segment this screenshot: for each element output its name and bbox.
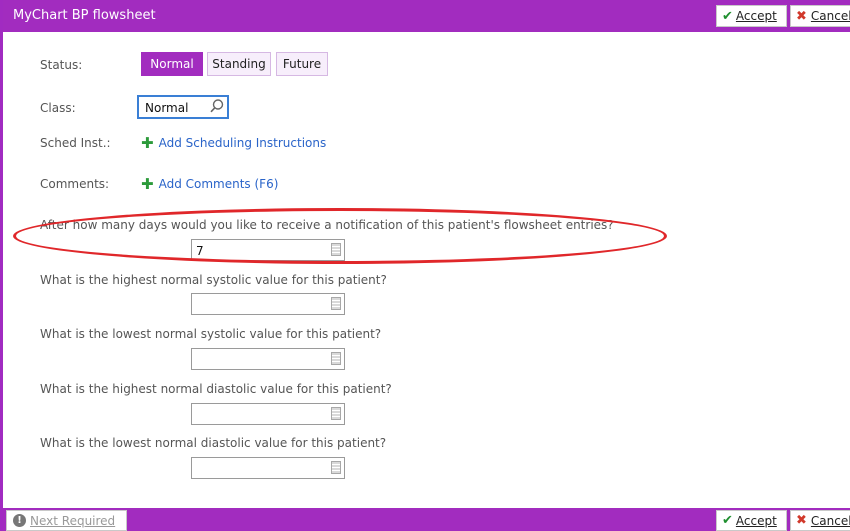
cancel-button[interactable]: ✖ Cancel [790, 5, 850, 27]
x-icon: ✖ [796, 8, 807, 24]
calculator-icon[interactable] [331, 352, 341, 365]
lowest-diastolic-input[interactable] [191, 457, 345, 479]
sched-inst-label: Sched Inst.: [40, 136, 111, 150]
status-normal-button[interactable]: Normal [141, 52, 203, 76]
highest-diastolic-input[interactable] [191, 403, 345, 425]
add-scheduling-instructions-link[interactable]: ✚ Add Scheduling Instructions [141, 134, 326, 152]
question-lowest-diastolic: What is the lowest normal diastolic valu… [40, 436, 387, 450]
question-highest-systolic: What is the highest normal systolic valu… [40, 273, 387, 287]
question-highest-diastolic: What is the highest normal diastolic val… [40, 382, 392, 396]
calculator-icon[interactable] [331, 243, 341, 256]
lowest-systolic-input[interactable] [191, 348, 345, 370]
window-frame: MyChart BP flowsheet ✔ Accept ✖ Cancel S… [0, 0, 850, 531]
calculator-icon[interactable] [331, 407, 341, 420]
accept-button[interactable]: ✔ Accept [716, 5, 787, 27]
calculator-icon[interactable] [331, 297, 341, 310]
class-label: Class: [40, 101, 76, 115]
check-icon: ✔ [722, 513, 733, 528]
question-notification-days: After how many days would you like to re… [40, 218, 614, 232]
footer-cancel-button[interactable]: ✖ Cancel [790, 510, 850, 531]
question-lowest-systolic: What is the lowest normal systolic value… [40, 327, 382, 341]
add-comments-link[interactable]: ✚ Add Comments (F6) [141, 175, 278, 193]
status-future-button[interactable]: Future [276, 52, 328, 76]
notification-days-input[interactable]: 7 [191, 239, 345, 261]
highest-systolic-input[interactable] [191, 293, 345, 315]
next-required-button[interactable]: ! Next Required [6, 510, 127, 531]
footer-accept-button[interactable]: ✔ Accept [716, 510, 787, 531]
calculator-icon[interactable] [331, 461, 341, 474]
notification-days-value: 7 [196, 244, 204, 258]
search-icon[interactable] [209, 98, 225, 114]
comments-label: Comments: [40, 177, 110, 191]
status-label: Status: [40, 58, 83, 72]
status-standing-button[interactable]: Standing [207, 52, 271, 76]
plus-icon: ✚ [141, 175, 154, 193]
x-icon: ✖ [796, 513, 807, 528]
plus-icon: ✚ [141, 134, 154, 152]
check-icon: ✔ [722, 8, 733, 24]
window-title: MyChart BP flowsheet [13, 8, 156, 23]
info-icon: ! [13, 514, 26, 527]
